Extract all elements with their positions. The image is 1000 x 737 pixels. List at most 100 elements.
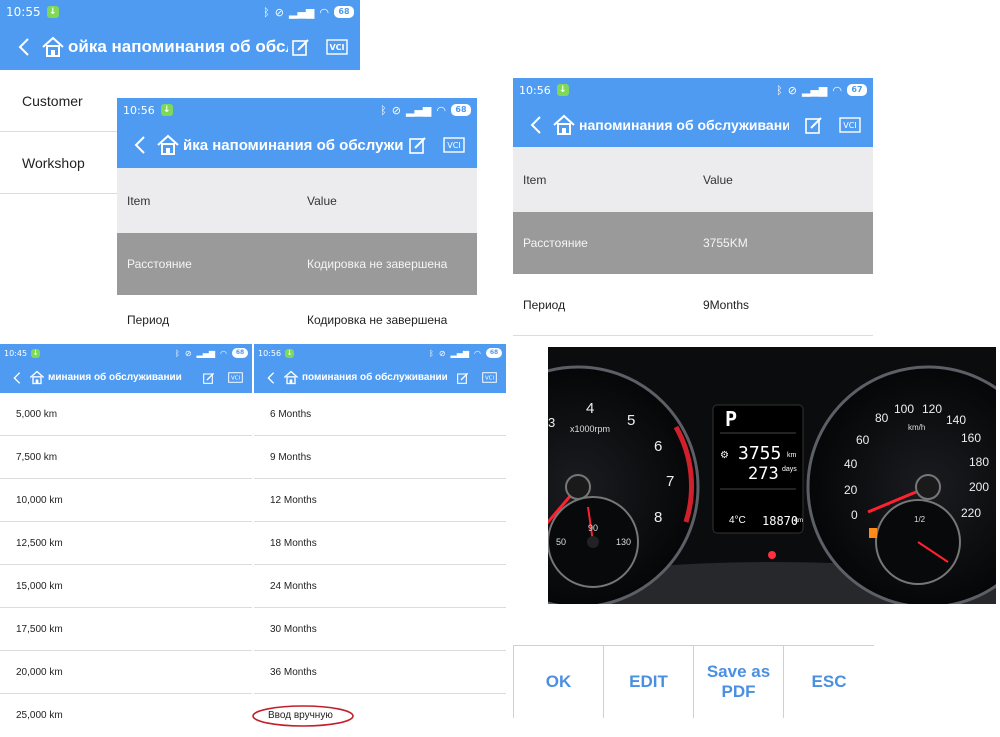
- column-item: Item: [523, 172, 547, 187]
- list-item[interactable]: 10,000 km: [0, 479, 252, 522]
- bluetooth-icon: ᛒ: [429, 348, 434, 358]
- edit-icon[interactable]: [200, 372, 218, 384]
- list-item-label: 24 Months: [270, 580, 317, 592]
- table-row[interactable]: Расстояние Кодировка не завершена: [117, 233, 477, 295]
- speed-tick: 100: [894, 402, 915, 416]
- table-header: Item Value: [513, 147, 873, 212]
- battery-icon: 67: [847, 84, 867, 96]
- edit-icon[interactable]: [454, 372, 472, 384]
- vci-icon[interactable]: VCI: [226, 372, 244, 383]
- list-item[interactable]: 25,000 km: [0, 694, 252, 737]
- list-item-label: 15,000 km: [16, 580, 63, 592]
- status-bar: 10:56 ↓ ᛒ ⊘ ▂▄▆ ◠ 67: [513, 78, 873, 102]
- home-icon[interactable]: [549, 114, 579, 136]
- list-item-label: 10,000 km: [16, 494, 63, 506]
- list-item-label: 17,500 km: [16, 623, 63, 635]
- list-item-label: 25,000 km: [16, 710, 63, 721]
- mute-icon: ⊘: [391, 103, 401, 117]
- edit-icon[interactable]: [405, 136, 431, 154]
- app-bar: напоминания об обслуживани VCI: [513, 102, 873, 147]
- table-row[interactable]: Период 9Months: [513, 274, 873, 336]
- home-icon[interactable]: [280, 370, 302, 385]
- mute-icon: ⊘: [184, 348, 192, 358]
- home-icon[interactable]: [153, 134, 183, 156]
- edit-icon[interactable]: [288, 38, 314, 56]
- svg-text:VCI: VCI: [484, 376, 494, 382]
- back-icon[interactable]: [10, 37, 38, 57]
- tach-tick: 6: [654, 438, 663, 455]
- back-icon[interactable]: [523, 115, 549, 135]
- list-item[interactable]: 7,500 km: [0, 436, 252, 479]
- list-item[interactable]: 12,500 km: [0, 522, 252, 565]
- distance-list: 5,000 km 7,500 km 10,000 km 12,500 km 15…: [0, 393, 252, 737]
- list-item[interactable]: 6 Months: [254, 393, 506, 436]
- list-item[interactable]: 17,500 km: [0, 608, 252, 651]
- distance-unit: km: [787, 452, 797, 459]
- sidebar-item-workshop[interactable]: Workshop: [0, 132, 117, 194]
- vci-icon[interactable]: VCI: [324, 39, 350, 55]
- status-time: 10:45: [4, 348, 28, 358]
- page-title: поминания об обслуживании: [302, 372, 447, 383]
- edit-icon[interactable]: [801, 116, 827, 134]
- speed-tick: 60: [856, 433, 870, 447]
- list-item[interactable]: 5,000 km: [0, 393, 252, 436]
- list-item[interactable]: 36 Months: [254, 651, 506, 694]
- row-value: 3755KM: [703, 236, 748, 250]
- list-item-label: 36 Months: [270, 666, 317, 678]
- table-row[interactable]: Расстояние 3755KM: [513, 212, 873, 274]
- home-icon[interactable]: [38, 36, 68, 58]
- column-value: Value: [307, 193, 337, 208]
- list-item[interactable]: 12 Months: [254, 479, 506, 522]
- list-item-manual-entry[interactable]: Ввод вручную: [252, 694, 506, 737]
- fuel-label: 1/2: [914, 515, 926, 524]
- back-icon[interactable]: [262, 371, 280, 385]
- list-item[interactable]: 18 Months: [254, 522, 506, 565]
- list-item[interactable]: 24 Months: [254, 565, 506, 608]
- status-bar: 10:56 ↓ ᛒ ⊘ ▂▄▆ ◠ 68: [117, 98, 477, 122]
- status-bar: 10:56 ↓ ᛒ ⊘ ▂▄▆ ◠ 68: [254, 344, 506, 362]
- download-icon: ↓: [556, 84, 569, 96]
- mute-icon: ⊘: [438, 348, 446, 358]
- vci-icon[interactable]: VCI: [441, 137, 467, 153]
- page-title: йка напоминания об обслужи: [183, 136, 403, 154]
- list-item[interactable]: 30 Months: [254, 608, 506, 651]
- esc-button[interactable]: ESC: [784, 646, 874, 718]
- sidebar-item-customer[interactable]: Customer: [0, 70, 117, 132]
- service-days: 273: [748, 464, 779, 484]
- list-item[interactable]: 15,000 km: [0, 565, 252, 608]
- ok-button[interactable]: OK: [514, 646, 604, 718]
- temp-tick: 90: [588, 523, 599, 533]
- row-item: Расстояние: [523, 236, 588, 250]
- rpm-label: x1000rpm: [570, 424, 611, 434]
- app-bar: поминания об обслуживании VCI: [254, 362, 506, 393]
- speed-tick: 180: [969, 455, 990, 469]
- list-item[interactable]: 20,000 km: [0, 651, 252, 694]
- page-title: ойка напоминания об обслужи: [68, 37, 288, 56]
- vci-icon[interactable]: VCI: [837, 116, 863, 133]
- signal-icon: ▂▄▆: [802, 83, 828, 97]
- speed-tick: 40: [844, 457, 858, 471]
- vci-icon[interactable]: VCI: [480, 372, 498, 383]
- sidebar: Customer Workshop: [0, 70, 117, 194]
- sidebar-item-label: Customer: [22, 92, 83, 109]
- table-row[interactable]: Период Кодировка не завершена: [117, 295, 477, 345]
- column-item: Item: [127, 193, 151, 208]
- app-bar: минания об обслуживании VCI: [0, 362, 252, 393]
- service-distance: 3755: [738, 443, 782, 464]
- row-value: Кодировка не завершена: [307, 313, 448, 327]
- back-icon[interactable]: [8, 371, 26, 385]
- save-pdf-button[interactable]: Save as PDF: [694, 646, 784, 718]
- wifi-icon: ◠: [474, 348, 481, 358]
- tach-tick: 3: [548, 415, 556, 430]
- battery-icon: 68: [486, 348, 502, 358]
- download-icon: ↓: [285, 348, 295, 358]
- home-icon[interactable]: [26, 370, 48, 385]
- mute-icon: ⊘: [274, 5, 284, 19]
- back-icon[interactable]: [127, 135, 153, 155]
- edit-button[interactable]: EDIT: [604, 646, 694, 718]
- tach-tick: 7: [666, 473, 675, 490]
- speed-tick: 200: [969, 480, 990, 494]
- list-item[interactable]: 9 Months: [254, 436, 506, 479]
- odometer: 18870: [762, 514, 799, 528]
- temp-tick: 130: [616, 537, 632, 547]
